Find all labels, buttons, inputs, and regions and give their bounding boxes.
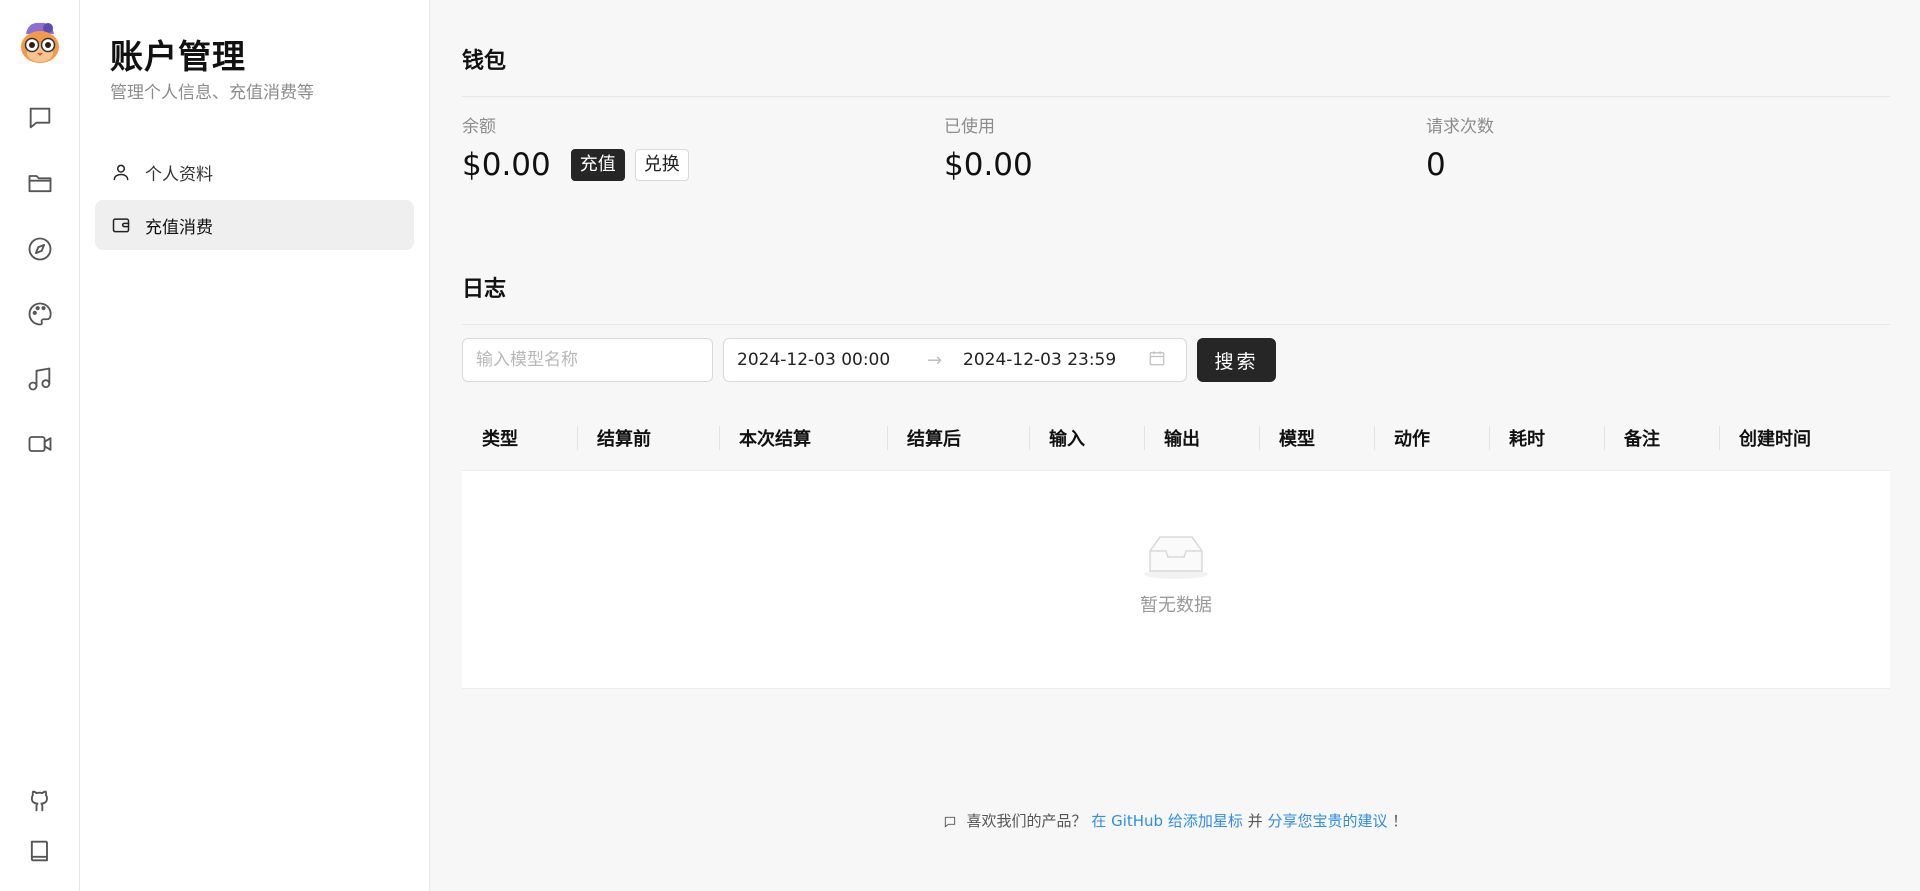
model-name-input[interactable]: [462, 338, 713, 382]
footer-prefix: 喜欢我们的产品？: [966, 812, 1087, 830]
icon-rail: [0, 0, 80, 891]
date-range-picker[interactable]: 2024-12-03 00:00 → 2024-12-03 23:59: [723, 338, 1187, 382]
column-header: 输出: [1144, 404, 1200, 471]
used-label: 已使用: [944, 117, 995, 137]
requests-label: 请求次数: [1426, 117, 1494, 137]
sidebar-item-profile[interactable]: 个人资料: [95, 147, 414, 197]
column-header: 本次结算: [719, 404, 811, 471]
date-end[interactable]: 2024-12-03 23:59: [963, 350, 1148, 370]
arrow-right-icon: →: [927, 349, 943, 371]
search-button[interactable]: 搜索: [1197, 338, 1276, 382]
book-icon[interactable]: [22, 833, 58, 869]
recharge-button[interactable]: 充值: [570, 149, 625, 181]
music-icon[interactable]: [22, 361, 58, 397]
footer-middle: 并: [1247, 812, 1263, 830]
page-subtitle: 管理个人信息、充值消费等: [110, 83, 314, 103]
balance-value: $0.00: [462, 147, 551, 183]
column-header: 耗时: [1489, 404, 1545, 471]
log-title: 日志: [462, 277, 507, 302]
requests-value: 0: [1426, 147, 1446, 183]
column-header: 结算后: [887, 404, 961, 471]
folder-icon[interactable]: [22, 165, 58, 201]
empty-text: 暂无数据: [1140, 595, 1212, 616]
calendar-icon: [1148, 349, 1166, 372]
column-header: 结算前: [577, 404, 651, 471]
wallet-icon: [112, 218, 130, 233]
compass-icon[interactable]: [22, 231, 58, 267]
divider: [462, 96, 1890, 97]
footer: 喜欢我们的产品？ 在 GitHub 给添加星标 并 分享您宝贵的建议 ！: [430, 810, 1920, 831]
balance-stat: 余额 $0.00 充值 兑换: [462, 112, 699, 183]
page-title: 账户管理: [110, 37, 246, 76]
requests-stat: 请求次数 0: [1426, 112, 1494, 183]
sidebar-item-billing[interactable]: 充值消费: [95, 200, 414, 250]
divider: [462, 324, 1890, 325]
feedback-icon: [943, 815, 957, 829]
log-table: 类型 结算前 本次结算 结算后 输入 输出 模型 动作 耗时 备注 创建时间 暂…: [462, 404, 1890, 689]
table-header: 类型 结算前 本次结算 结算后 输入 输出 模型 动作 耗时 备注 创建时间: [462, 404, 1890, 471]
user-icon: [113, 164, 129, 181]
feedback-link[interactable]: 分享您宝贵的建议: [1267, 812, 1387, 830]
balance-label: 余额: [462, 117, 496, 137]
app-logo[interactable]: [18, 20, 62, 66]
used-stat: 已使用 $0.00: [944, 112, 1053, 183]
palette-icon[interactable]: [22, 296, 58, 332]
used-value: $0.00: [944, 147, 1033, 183]
account-sidebar: 账户管理 管理个人信息、充值消费等 个人资料 充值消费: [80, 0, 430, 891]
sidebar-item-label: 充值消费: [145, 217, 213, 238]
chat-icon[interactable]: [22, 100, 58, 136]
redeem-button[interactable]: 兑换: [634, 149, 689, 181]
github-icon[interactable]: [22, 783, 58, 819]
column-header: 模型: [1259, 404, 1315, 471]
main-content: 钱包 余额 $0.00 充值 兑换 已使用 $0.00 请求次数 0 日志 20…: [430, 0, 1920, 891]
video-icon[interactable]: [22, 426, 58, 462]
column-header: 动作: [1374, 404, 1430, 471]
date-start[interactable]: 2024-12-03 00:00: [737, 350, 927, 370]
empty-inbox-icon: [1144, 536, 1208, 579]
footer-suffix: ！: [1392, 812, 1408, 830]
column-header: 输入: [1029, 404, 1085, 471]
sidebar-item-label: 个人资料: [145, 164, 213, 185]
empty-state: 暂无数据: [462, 531, 1890, 617]
table-body: 暂无数据: [462, 471, 1890, 689]
github-star-link[interactable]: 在 GitHub 给添加星标: [1091, 812, 1243, 830]
column-header: 备注: [1604, 404, 1660, 471]
column-header: 创建时间: [1719, 404, 1811, 471]
wallet-title: 钱包: [462, 49, 507, 74]
column-header: 类型: [482, 428, 518, 450]
